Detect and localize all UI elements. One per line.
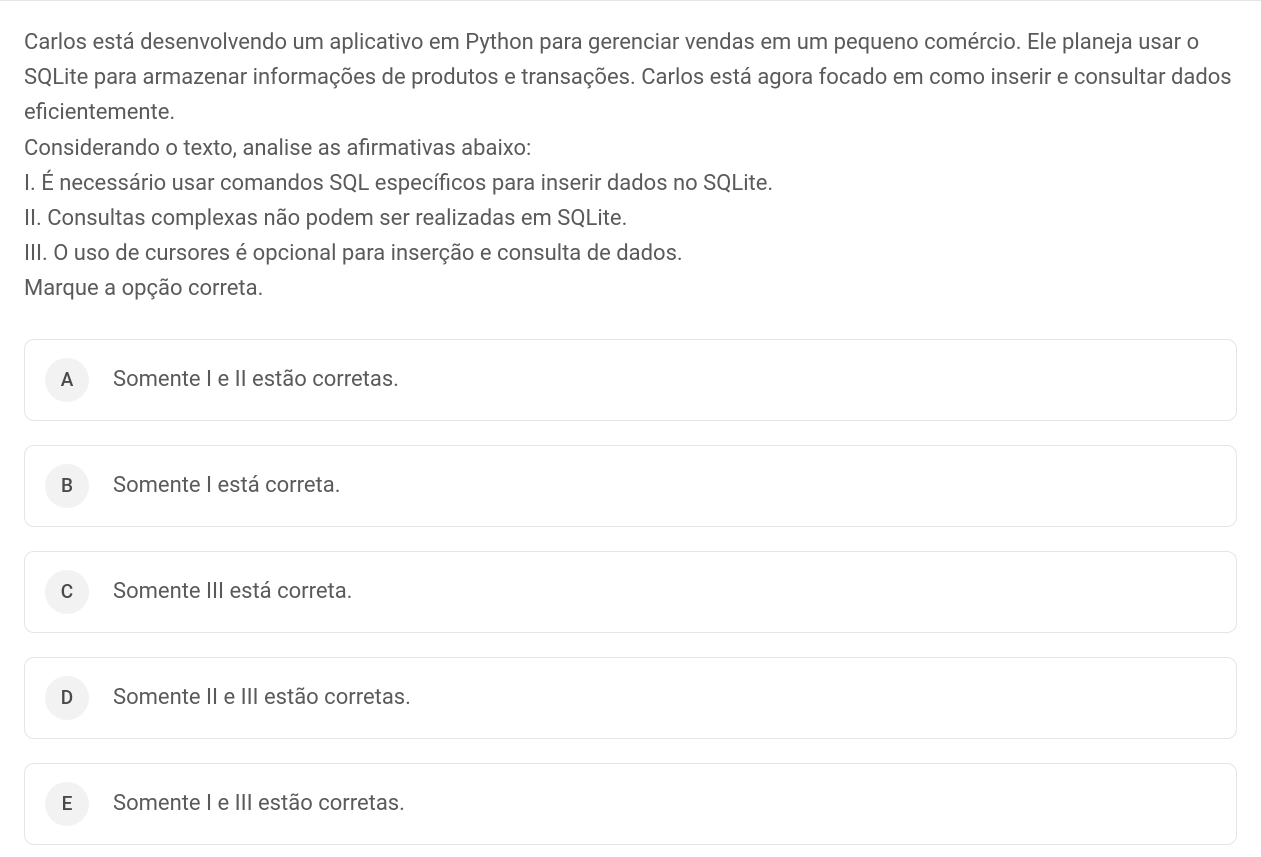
option-d[interactable]: D Somente II e III estão corretas. <box>24 657 1237 739</box>
option-c[interactable]: C Somente III está correta. <box>24 551 1237 633</box>
question-text: Carlos está desenvolvendo um aplicativo … <box>24 25 1237 307</box>
option-letter: A <box>45 358 89 402</box>
question-paragraph: III. O uso de cursores é opcional para i… <box>24 236 1237 271</box>
question-paragraph: Marque a opção correta. <box>24 271 1237 306</box>
option-a[interactable]: A Somente I e II estão corretas. <box>24 339 1237 421</box>
option-b[interactable]: B Somente I está correta. <box>24 445 1237 527</box>
question-paragraph: I. É necessário usar comandos SQL especí… <box>24 166 1237 201</box>
option-letter: D <box>45 676 89 720</box>
option-text: Somente I e III estão corretas. <box>113 791 405 816</box>
option-letter: C <box>45 570 89 614</box>
question-paragraph: II. Consultas complexas não podem ser re… <box>24 201 1237 236</box>
question-container: Carlos está desenvolvendo um aplicativo … <box>0 0 1261 857</box>
option-letter: B <box>45 464 89 508</box>
option-text: Somente I e II estão corretas. <box>113 367 399 392</box>
option-e[interactable]: E Somente I e III estão corretas. <box>24 763 1237 845</box>
options-list: A Somente I e II estão corretas. B Somen… <box>24 339 1237 845</box>
question-paragraph: Considerando o texto, analise as afirmat… <box>24 131 1237 166</box>
option-text: Somente II e III estão corretas. <box>113 685 411 710</box>
question-paragraph: Carlos está desenvolvendo um aplicativo … <box>24 25 1237 131</box>
option-letter: E <box>45 782 89 826</box>
option-text: Somente III está correta. <box>113 579 353 604</box>
option-text: Somente I está correta. <box>113 473 341 498</box>
